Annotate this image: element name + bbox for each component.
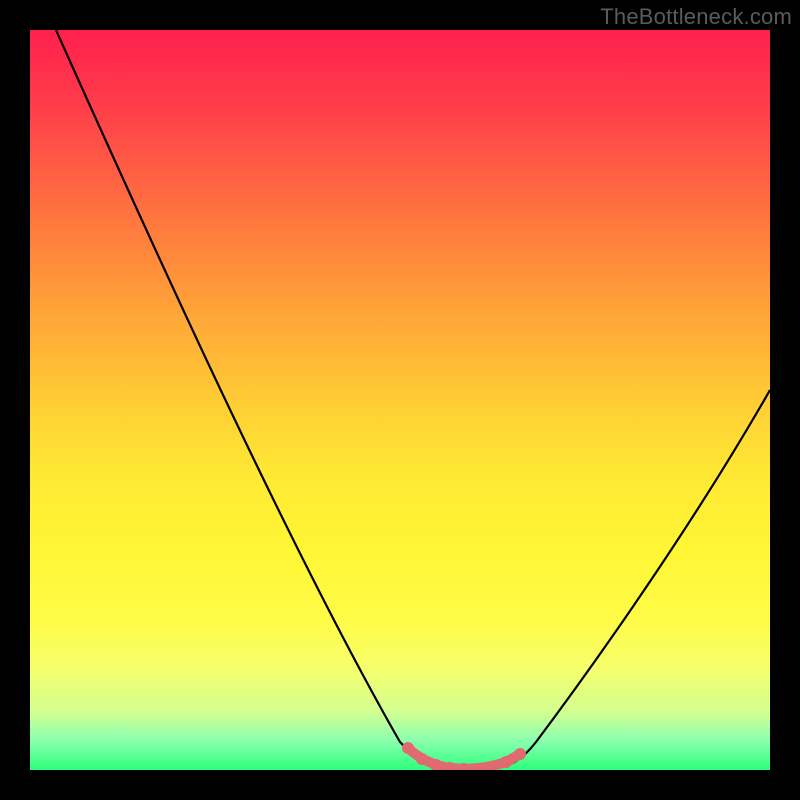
watermark-text: TheBottleneck.com <box>600 4 792 30</box>
bottom-markers <box>402 742 526 770</box>
plot-area <box>30 30 770 770</box>
curve-layer <box>30 30 770 770</box>
bottleneck-curve <box>56 30 770 768</box>
chart-frame: TheBottleneck.com <box>0 0 800 800</box>
